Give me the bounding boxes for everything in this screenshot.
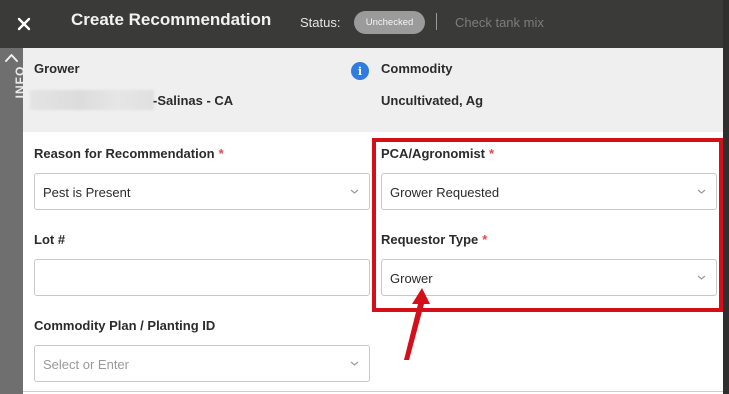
redacted-grower-name: [30, 90, 154, 110]
annotation-arrow-icon: [404, 288, 430, 360]
commodity-plan-label-text: Commodity Plan / Planting ID: [34, 318, 216, 333]
close-button[interactable]: [0, 0, 48, 48]
reason-select[interactable]: Pest is Present: [34, 173, 370, 210]
top-bar: Create Recommendation Status: Unchecked …: [0, 0, 729, 48]
requestor-type-label: Requestor Type *: [381, 232, 487, 247]
reason-label: Reason for Recommendation *: [34, 146, 224, 161]
status-label: Status:: [300, 15, 341, 30]
commodity-plan-placeholder: Select or Enter: [43, 357, 129, 372]
header-divider: [436, 13, 437, 30]
required-marker: *: [482, 232, 488, 247]
close-icon[interactable]: [17, 17, 31, 31]
form-bottom-divider: [23, 391, 723, 392]
required-marker: *: [218, 146, 224, 161]
pca-label-text: PCA/Agronomist: [381, 146, 485, 161]
commodity-value: Uncultivated, Ag: [381, 93, 484, 108]
commodity-plan-select[interactable]: Select or Enter: [34, 345, 370, 382]
info-icon[interactable]: i: [351, 62, 369, 80]
check-tank-mix-link[interactable]: Check tank mix: [455, 15, 544, 30]
pca-label: PCA/Agronomist *: [381, 146, 494, 161]
reason-label-text: Reason for Recommendation: [34, 146, 215, 161]
lot-input[interactable]: [34, 259, 370, 296]
commodity-plan-label: Commodity Plan / Planting ID: [34, 318, 215, 333]
pca-select-value: Grower Requested: [390, 185, 500, 200]
grower-heading: Grower: [34, 61, 80, 76]
lot-label-text: Lot #: [34, 232, 66, 247]
status-badge: Unchecked: [354, 11, 425, 34]
grower-value: -Salinas - CA: [153, 93, 234, 108]
lot-label: Lot #: [34, 232, 65, 247]
required-marker: *: [489, 146, 495, 161]
right-edge-strip: [723, 0, 729, 394]
requestor-type-label-text: Requestor Type: [381, 232, 479, 247]
chevron-down-icon: [350, 189, 359, 194]
pca-agronomist-select[interactable]: Grower Requested: [381, 173, 717, 210]
chevron-up-icon: [5, 54, 18, 62]
page-title: Create Recommendation: [71, 10, 272, 29]
commodity-heading: Commodity: [381, 61, 453, 76]
chevron-down-icon: [697, 189, 706, 194]
chevron-down-icon: [697, 275, 706, 280]
requestor-type-value: Grower: [390, 271, 433, 286]
info-rail-toggle[interactable]: INFO: [0, 48, 27, 394]
chevron-down-icon: [350, 361, 359, 366]
reason-select-value: Pest is Present: [43, 185, 131, 200]
